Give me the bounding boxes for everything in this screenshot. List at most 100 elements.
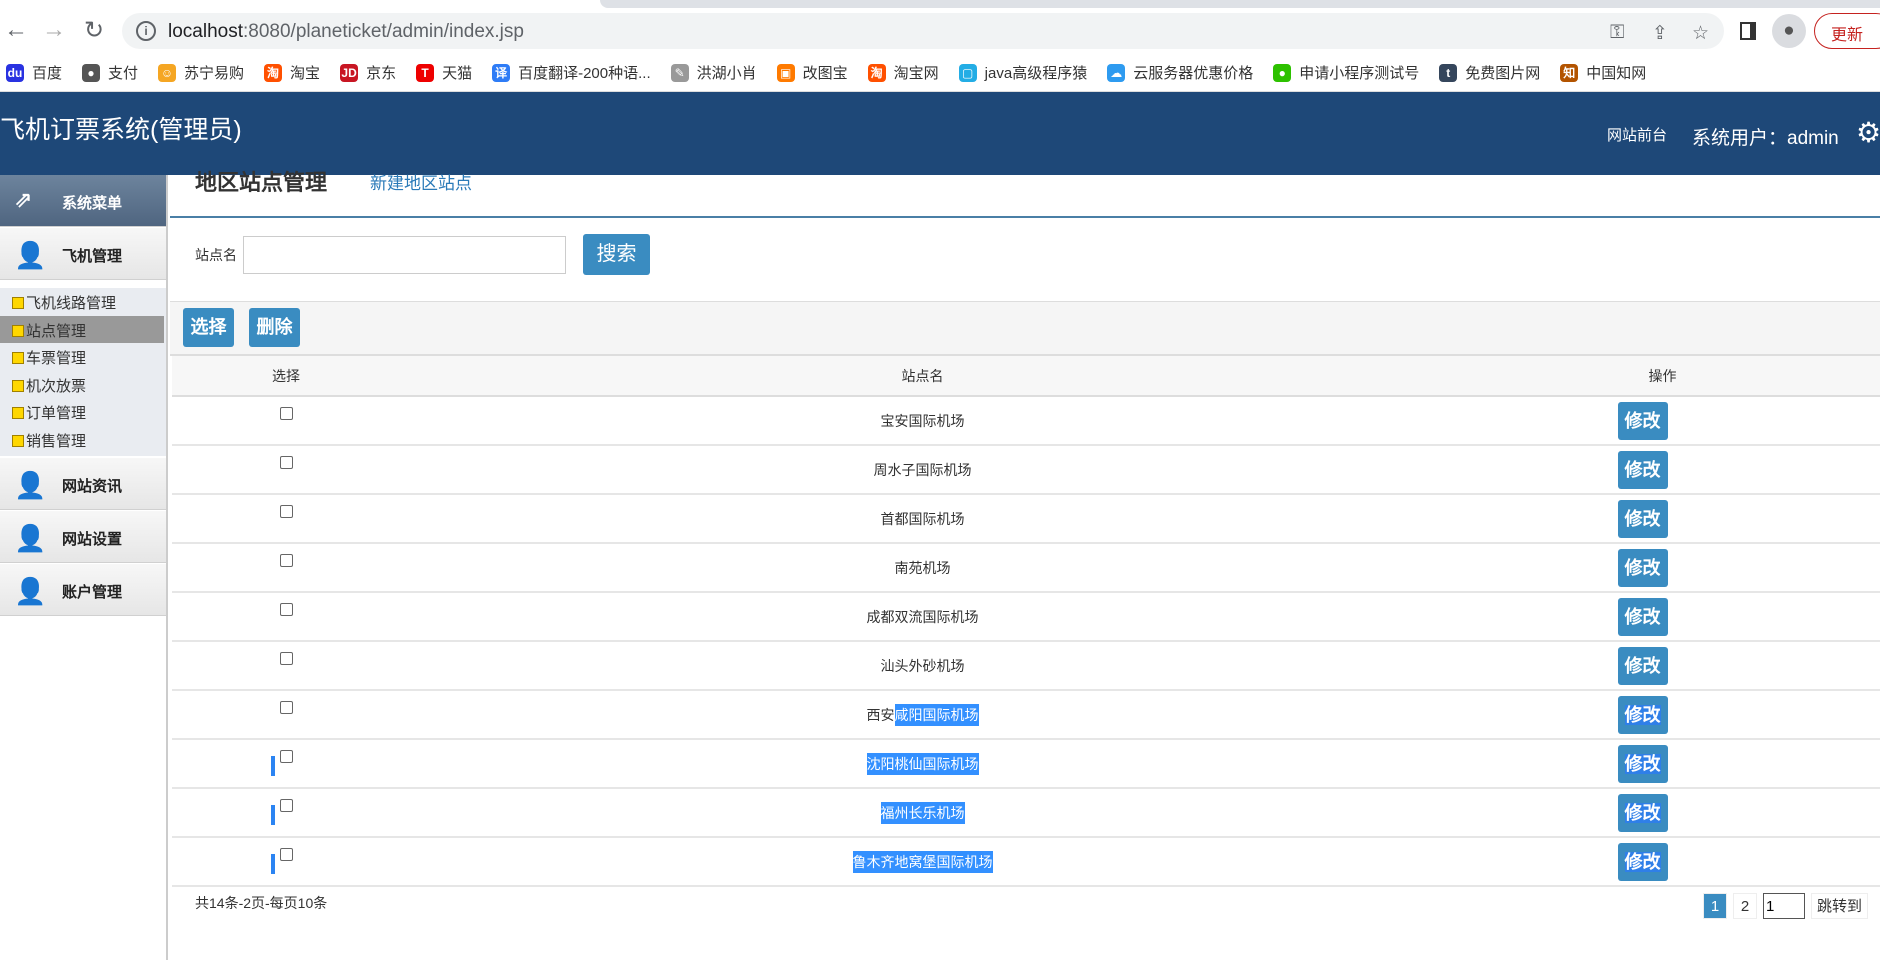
address-bar-row: ← → ↻ i localhost:8080/planeticket/admin… (0, 10, 1880, 54)
back-icon[interactable]: ← (0, 16, 32, 44)
bookmark-item[interactable]: 淘淘宝网 (867, 62, 939, 83)
row-checkbox[interactable] (279, 553, 293, 567)
sidebar-group-settings[interactable]: 👤 网站设置 (0, 511, 166, 563)
bookmark-label: 百度 (32, 65, 63, 82)
sidebar-group-news[interactable]: 👤 网站资讯 (0, 458, 166, 510)
row-checkbox[interactable] (279, 455, 293, 469)
bookmark-item[interactable]: 译百度翻译-200种语... (492, 62, 651, 83)
sidebar-item[interactable]: 机次放票 (0, 371, 166, 398)
select-cell (172, 641, 400, 691)
edit-button[interactable]: 修改 (1617, 695, 1668, 734)
edit-button[interactable]: 修改 (1617, 499, 1668, 538)
station-name-cell: 宝安国际机场 (400, 396, 1445, 446)
bookmark-item[interactable]: ✎ 洪湖小肖 (670, 62, 757, 83)
bookmark-icon: ✎ (670, 63, 689, 82)
bookmark-label: 百度翻译-200种语... (518, 65, 651, 82)
row-checkbox[interactable] (279, 504, 293, 518)
site-front-link[interactable]: 网站前台 (1607, 124, 1667, 145)
select-cell (172, 445, 400, 495)
row-checkbox[interactable] (279, 602, 293, 616)
action-cell: 修改 (1445, 592, 1880, 642)
row-checkbox[interactable] (279, 651, 293, 665)
bookmark-icon: JD (340, 63, 359, 82)
station-name-input[interactable] (243, 236, 566, 274)
user-icon: 👤 (14, 240, 47, 270)
sidebar-group-plane[interactable]: 👤 飞机管理 (0, 228, 166, 280)
sidebar-item[interactable]: 站点管理 (0, 315, 164, 343)
sidebar-menu-title: ⇗ 系统菜单 (0, 175, 166, 227)
bookmark-item[interactable]: JD 京东 (340, 62, 396, 83)
sidebar-item-label: 销售管理 (26, 432, 87, 450)
page-2-button[interactable]: 2 (1733, 893, 1757, 919)
info-icon[interactable]: i (136, 21, 156, 41)
bookmark-icon: 知 (1560, 63, 1579, 82)
edit-button[interactable]: 修改 (1617, 548, 1668, 587)
row-checkbox[interactable] (279, 798, 293, 812)
bookmark-item[interactable]: ☺ 苏宁易购 (158, 62, 244, 83)
pagination: 1 2 跳转到 (1703, 893, 1869, 919)
bookmark-item[interactable]: T 天猫 (416, 62, 472, 83)
bookmark-item[interactable]: ● 申请小程序测试号 (1273, 62, 1419, 83)
bookmark-item[interactable]: ☁ 云服务器优惠价格 (1107, 62, 1253, 83)
row-checkbox[interactable] (279, 406, 293, 420)
select-cell (172, 690, 400, 740)
gear-icon[interactable]: ⚙ (1856, 116, 1880, 149)
edit-button[interactable]: 修改 (1617, 842, 1668, 881)
square-bullet-icon (12, 434, 24, 447)
forward-icon[interactable]: → (38, 16, 70, 44)
edit-button[interactable]: 修改 (1617, 597, 1668, 636)
bookmark-icon: 译 (492, 63, 511, 82)
bookmark-label: 申请小程序测试号 (1299, 65, 1420, 82)
select-cell (172, 396, 400, 446)
row-checkbox[interactable] (279, 700, 293, 714)
row-checkbox[interactable] (279, 749, 293, 763)
station-name-selected: 沈阳桃仙国际机场 (866, 752, 979, 775)
bookmark-icon: ▢ (958, 63, 977, 82)
action-cell: 修改 (1445, 543, 1880, 593)
menu-icon: ⇗ (14, 187, 33, 212)
sidebar-item-label: 订单管理 (26, 405, 87, 422)
bookmark-icon: ● (1273, 63, 1292, 82)
side-panel-icon[interactable] (1740, 22, 1756, 40)
key-icon[interactable]: ⚿ (1610, 22, 1624, 44)
page-1-button[interactable]: 1 (1703, 893, 1727, 919)
sidebar-group-account[interactable]: 👤 账户管理 (0, 564, 166, 616)
share-icon[interactable]: ⇪ (1652, 22, 1668, 45)
delete-button[interactable]: 删除 (249, 308, 300, 347)
sidebar-item[interactable]: 飞机线路管理 (0, 288, 166, 315)
sidebar-item[interactable]: 车票管理 (0, 343, 166, 370)
edit-button[interactable]: 修改 (1617, 744, 1668, 783)
edit-button[interactable]: 修改 (1617, 450, 1668, 489)
bookmark-item[interactable]: ▢ java高级程序猿 (958, 62, 1087, 83)
bookmark-item[interactable]: t 免费图片网 (1439, 62, 1540, 83)
bookmark-icon: ● (82, 63, 101, 82)
edit-button[interactable]: 修改 (1617, 401, 1668, 440)
update-button[interactable]: 更新 (1814, 13, 1880, 49)
bookmark-icon: ☺ (158, 63, 177, 82)
url-bar[interactable]: i localhost:8080/planeticket/admin/index… (122, 13, 1724, 49)
sidebar-item-label: 机次放票 (26, 377, 87, 395)
row-checkbox[interactable] (279, 847, 293, 861)
bookmark-item[interactable]: ● 支付 (82, 62, 138, 83)
search-button[interactable]: 搜索 (583, 234, 650, 275)
station-name-selected: 鲁木齐地窝堡国际机场 (852, 850, 993, 873)
profile-icon[interactable]: ● (1772, 14, 1806, 48)
bookmark-item[interactable]: ▣ 改图宝 (776, 62, 848, 83)
reload-icon[interactable]: ↻ (78, 16, 110, 45)
action-cell: 修改 (1445, 837, 1880, 887)
bookmark-item[interactable]: 淘淘宝 (264, 62, 320, 83)
jump-button[interactable]: 跳转到 (1811, 893, 1869, 919)
jump-page-input[interactable] (1763, 893, 1805, 919)
table-row: 西安咸阳国际机场 修改 (172, 690, 1880, 740)
edit-button[interactable]: 修改 (1617, 793, 1668, 832)
edit-button[interactable]: 修改 (1617, 646, 1668, 685)
select-cell (172, 494, 400, 544)
bookmark-item[interactable]: du 百度 (6, 62, 62, 83)
bookmark-item[interactable]: 知中国知网 (1560, 62, 1646, 83)
sidebar-item[interactable]: 订单管理 (0, 398, 166, 425)
new-station-link[interactable]: 新建地区站点 (370, 169, 472, 194)
sidebar-item[interactable]: 销售管理 (0, 426, 166, 453)
select-button[interactable]: 选择 (183, 308, 234, 347)
star-icon[interactable]: ☆ (1692, 22, 1709, 45)
app-header: 飞机订票系统(管理员) 网站前台 系统用户：admin ⚙ (0, 92, 1880, 175)
